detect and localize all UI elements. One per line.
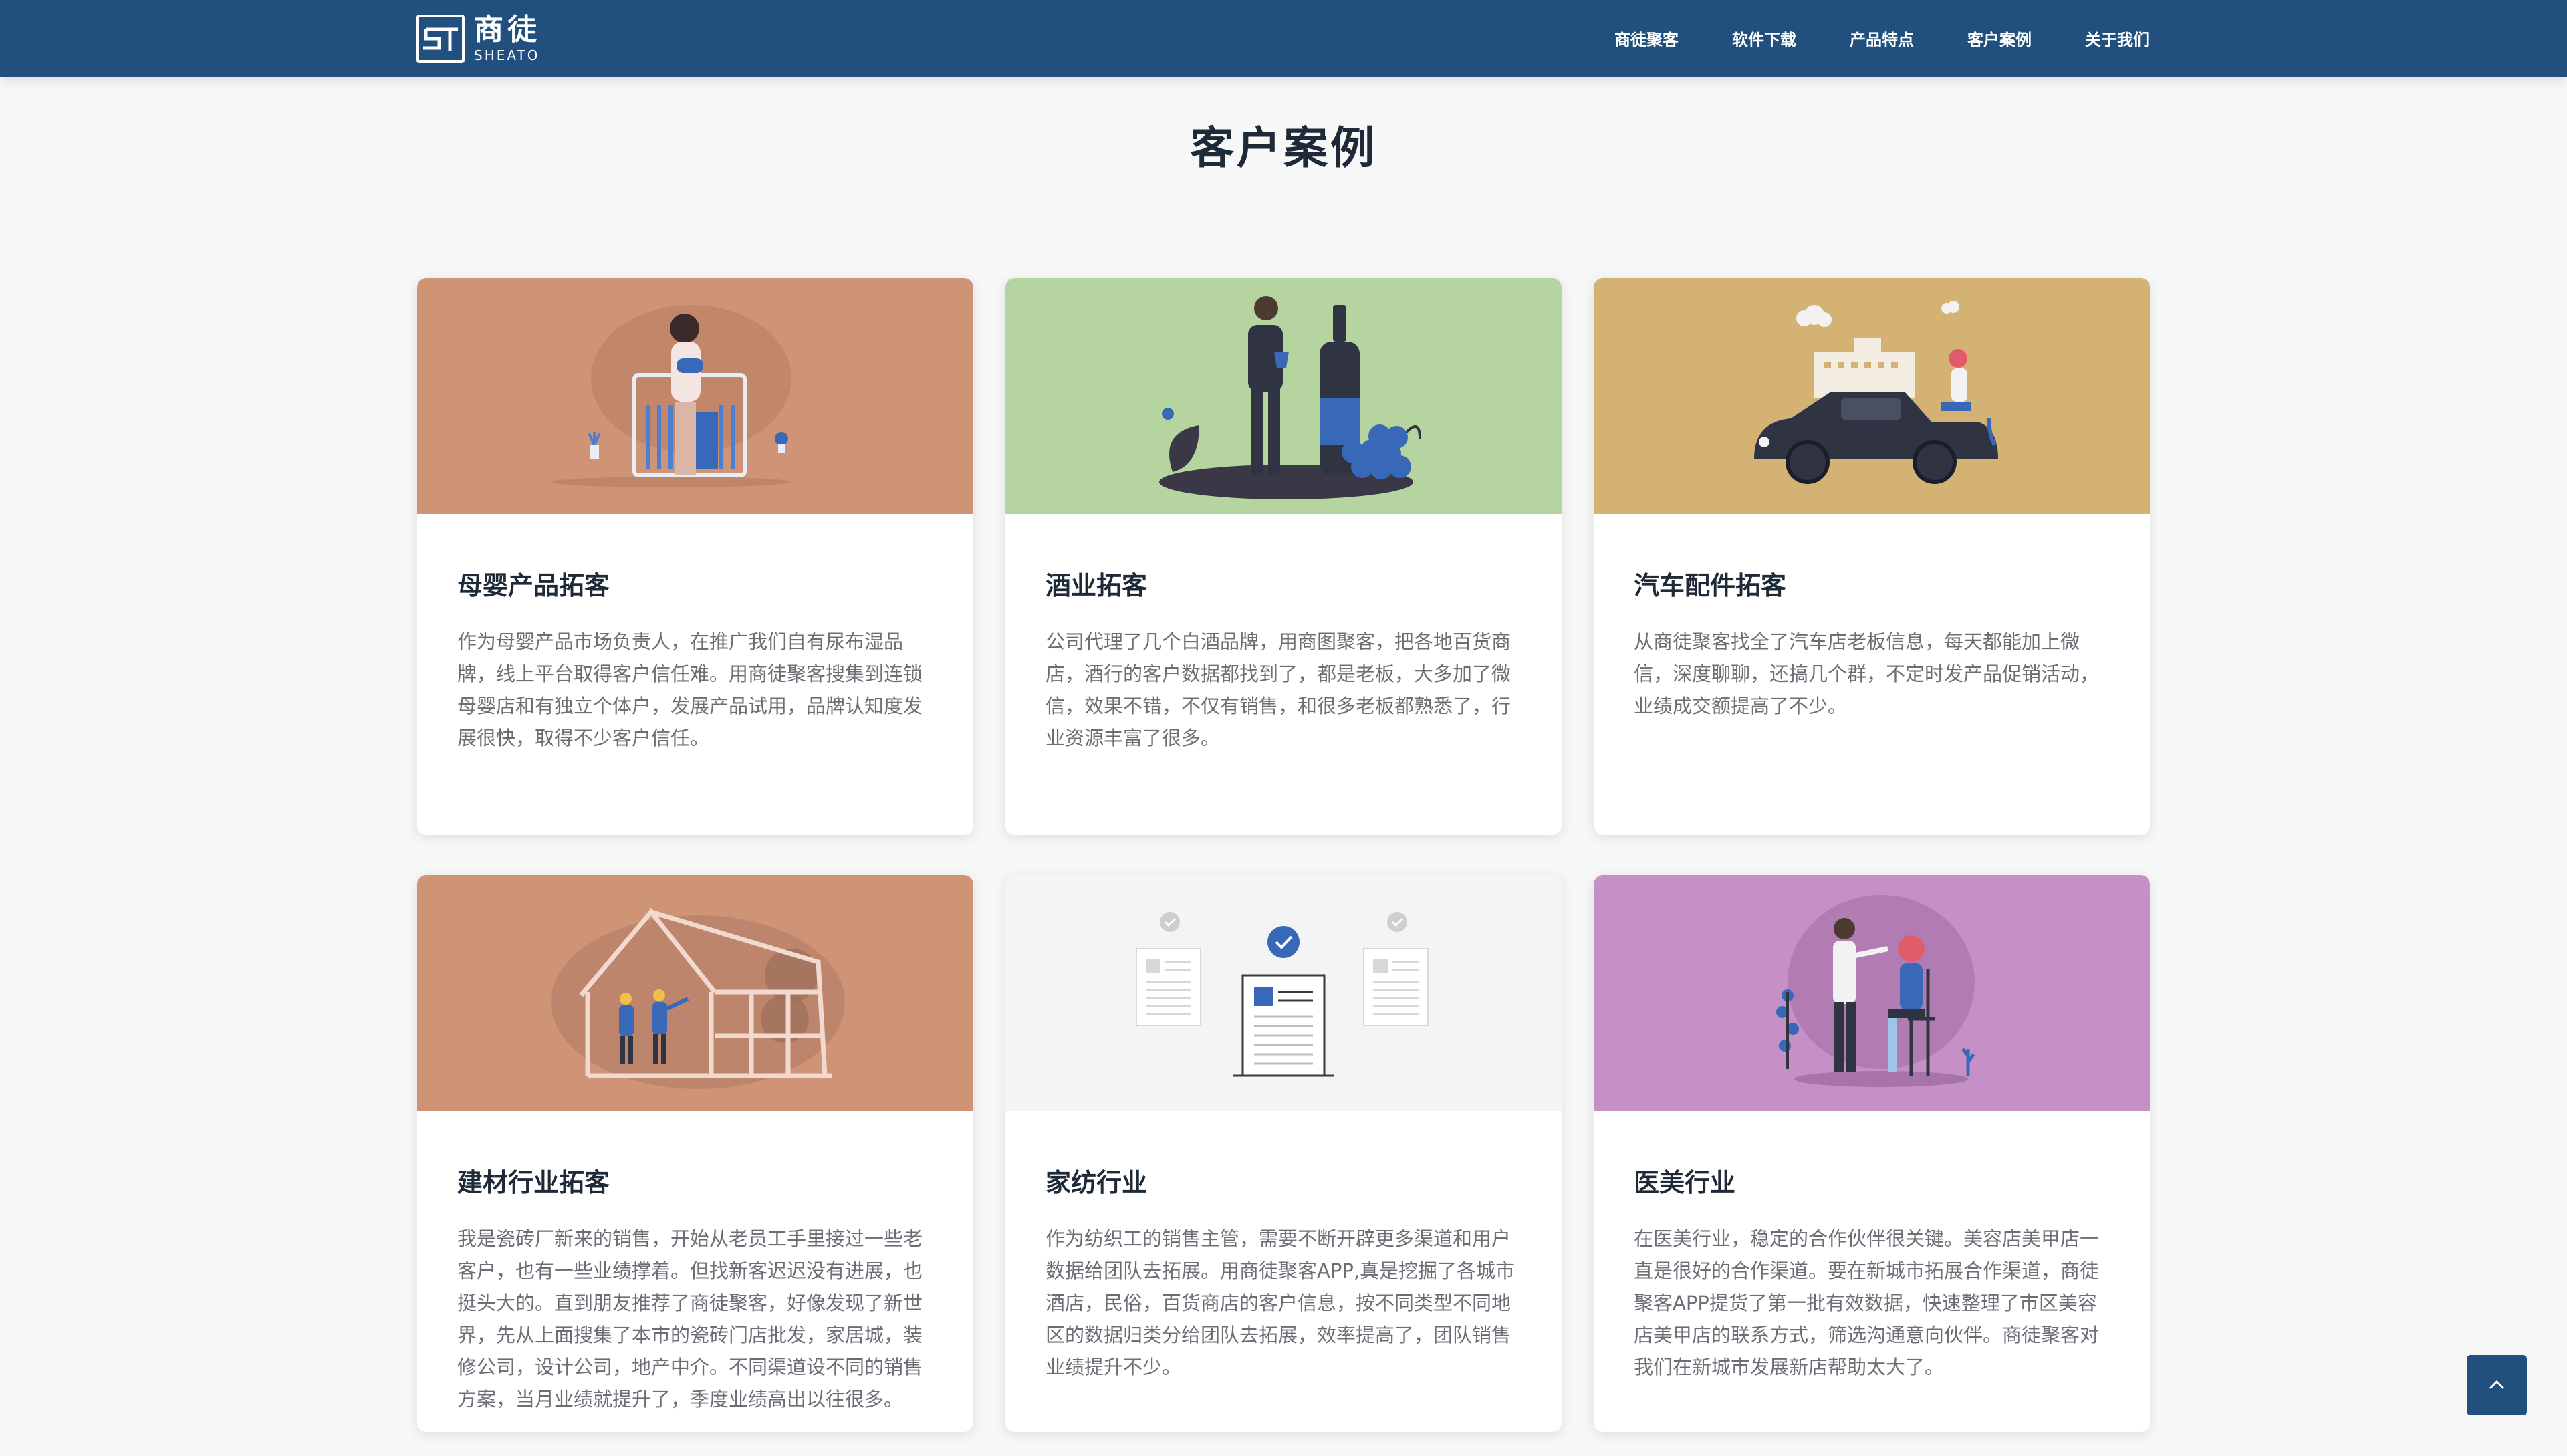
case-card-building-materials[interactable]: 建材行业拓客 我是瓷砖厂新来的销售，开始从老员工手里接过一些老客户，也有一些业绩…: [417, 875, 973, 1432]
case-card-text: 公司代理了几个白酒品牌，用商图聚客，把各地百货商店，酒行的客户数据都找到了，都是…: [1046, 630, 1511, 749]
nav-item-download[interactable]: 软件下载: [1732, 27, 1796, 50]
case-card-text: 作为纺织工的销售主管，需要不断开辟更多渠道和用户数据给团队去拓展。用商徒聚客AP…: [1046, 1227, 1515, 1378]
nav-item-cases[interactable]: 客户案例: [1967, 27, 2032, 50]
chevron-up-icon: [2489, 1380, 2505, 1390]
case-card-title: 母婴产品拓客: [457, 571, 610, 600]
case-card-text: 从商徒聚客找全了汽车店老板信息，每天都能加上微信，深度聊聊，还搞几个群，不定时发…: [1634, 630, 2100, 717]
case-card-home-textile[interactable]: 家纺行业 作为纺织工的销售主管，需要不断开辟更多渠道和用户数据给团队去拓展。用商…: [1005, 875, 1562, 1432]
main-nav: 商徒聚客 软件下载 产品特点 客户案例 关于我们: [1614, 0, 2149, 77]
brand-name-en: SHEATO: [474, 47, 540, 64]
case-card-title: 建材行业拓客: [457, 1168, 610, 1197]
case-card-medical-beauty[interactable]: 医美行业 在医美行业，稳定的合作伙伴很关键。美容店美甲店一直是很好的合作渠道。要…: [1594, 875, 2150, 1432]
case-card-wine[interactable]: 酒业拓客 公司代理了几个白酒品牌，用商图聚客，把各地百货商店，酒行的客户数据都找…: [1005, 278, 1562, 835]
wine-bottle-illustration: [1005, 278, 1562, 514]
case-card-text: 我是瓷砖厂新来的销售，开始从老员工手里接过一些老客户，也有一些业绩撑着。但找新客…: [457, 1227, 923, 1411]
case-card-title: 酒业拓客: [1046, 571, 1148, 600]
mother-baby-crib-illustration: [417, 278, 973, 514]
car-illustration: [1594, 278, 2150, 514]
brand-logo[interactable]: 商徒 SHEATO: [416, 15, 541, 63]
documents-check-illustration: [1005, 875, 1562, 1111]
case-grid: 母婴产品拓客 作为母婴产品市场负责人，在推广我们自有尿布湿品牌，线上平台取得客户…: [417, 278, 2150, 1432]
case-card-maternity[interactable]: 母婴产品拓客 作为母婴产品市场负责人，在推广我们自有尿布湿品牌，线上平台取得客户…: [417, 278, 973, 835]
top-navbar: 商徒 SHEATO 商徒聚客 软件下载 产品特点 客户案例 关于我们: [0, 0, 2567, 77]
case-card-auto-parts[interactable]: 汽车配件拓客 从商徒聚客找全了汽车店老板信息，每天都能加上微信，深度聊聊，还搞几…: [1594, 278, 2150, 835]
case-card-text: 作为母婴产品市场负责人，在推广我们自有尿布湿品牌，线上平台取得客户信任难。用商徒…: [457, 630, 923, 749]
brand-name-cn: 商徒: [474, 13, 541, 47]
beauty-salon-illustration: [1594, 875, 2150, 1111]
nav-item-about[interactable]: 关于我们: [2085, 27, 2149, 50]
st-logo-icon: [416, 15, 465, 63]
back-to-top-button[interactable]: [2467, 1355, 2527, 1415]
case-card-title: 医美行业: [1634, 1168, 1736, 1197]
nav-item-features[interactable]: 产品特点: [1850, 27, 1914, 50]
construction-frame-illustration: [417, 875, 973, 1111]
nav-item-shangtu-juke[interactable]: 商徒聚客: [1614, 27, 1679, 50]
case-card-text: 在医美行业，稳定的合作伙伴很关键。美容店美甲店一直是很好的合作渠道。要在新城市拓…: [1634, 1227, 2100, 1378]
page-title: 客户案例: [1190, 122, 1377, 174]
case-card-title: 家纺行业: [1046, 1168, 1148, 1197]
case-card-title: 汽车配件拓客: [1634, 571, 1787, 600]
